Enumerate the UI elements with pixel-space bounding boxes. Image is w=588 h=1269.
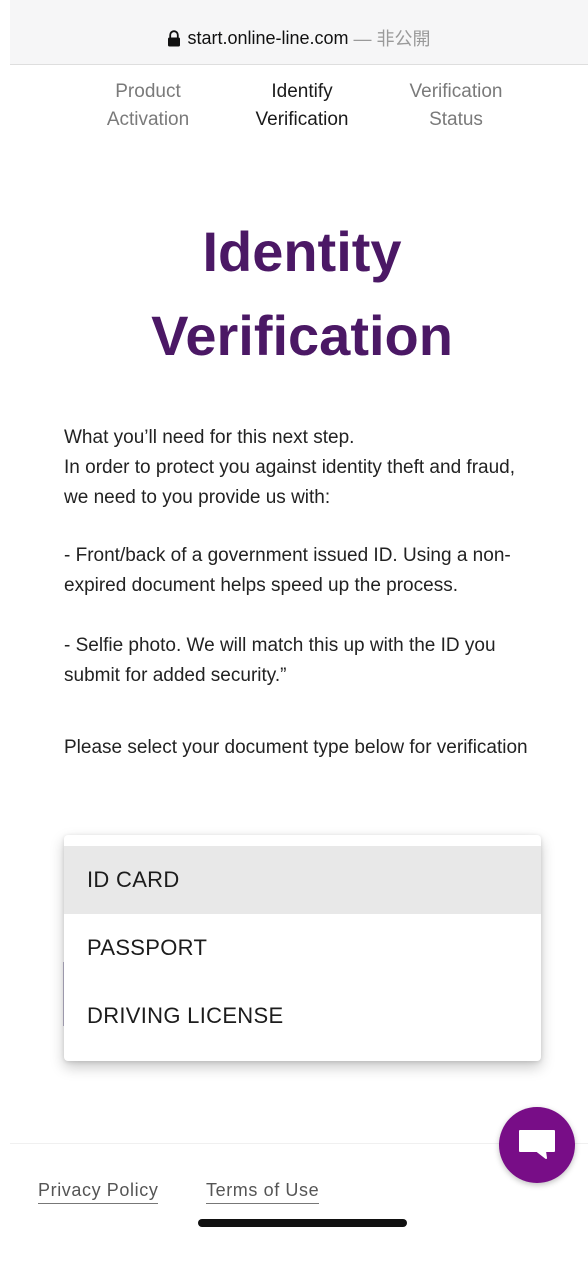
url-separator: —: [353, 29, 372, 49]
page-title-line2: Verification: [151, 304, 453, 367]
option-passport[interactable]: PASSPORT: [64, 914, 541, 982]
step-label-line2: Status: [429, 109, 483, 130]
page-title: Identity Verification: [0, 210, 588, 378]
privacy-status: 非公開: [376, 29, 431, 49]
url-host: start.online-line.com: [187, 27, 349, 48]
requirement-id-text: - Front/back of a government issued ID. …: [64, 545, 511, 596]
step-identify-verification[interactable]: Identify Verification: [222, 78, 382, 134]
option-id-card[interactable]: ID CARD: [64, 846, 541, 914]
home-indicator[interactable]: [198, 1219, 407, 1227]
step-label-line1: Identify: [271, 81, 333, 102]
url-display[interactable]: start.online-line.com — 非公開: [10, 24, 588, 52]
step-label-line1: Verification: [409, 81, 503, 102]
footer: Privacy Policy Terms of Use: [10, 1143, 588, 1269]
document-select-prompt-text: Please select your document type below f…: [64, 737, 528, 758]
step-verification-status[interactable]: Verification Status: [376, 78, 536, 134]
document-type-dropdown: ID CARD PASSPORT DRIVING LICENSE: [64, 835, 541, 1061]
browser-address-bar[interactable]: start.online-line.com — 非公開: [10, 0, 588, 65]
chat-button[interactable]: [499, 1107, 575, 1183]
chat-icon: [519, 1130, 555, 1159]
privacy-policy-link[interactable]: Privacy Policy: [38, 1180, 159, 1204]
document-select-prompt: Please select your document type below f…: [64, 733, 544, 763]
step-label-line1: Product: [115, 81, 181, 102]
option-driving-license[interactable]: DRIVING LICENSE: [64, 982, 541, 1050]
requirement-id: - Front/back of a government issued ID. …: [64, 541, 544, 601]
intro-line1: What you’ll need for this next step.: [64, 427, 355, 448]
url-privacy-status: — 非公開: [354, 25, 431, 51]
step-label-line2: Verification: [255, 109, 349, 130]
terms-of-use-link[interactable]: Terms of Use: [206, 1180, 320, 1204]
requirement-selfie-text: - Selfie photo. We will match this up wi…: [64, 635, 496, 686]
step-product-activation[interactable]: Product Activation: [68, 78, 228, 134]
lock-icon: [168, 29, 181, 46]
step-label-line2: Activation: [106, 109, 190, 130]
intro-text: What you’ll need for this next step. In …: [64, 423, 544, 513]
progress-steps: Product Activation Identify Verification…: [0, 78, 588, 138]
intro-line2: In order to protect you against identity…: [64, 457, 515, 508]
requirement-selfie: - Selfie photo. We will match this up wi…: [64, 631, 544, 691]
page-title-line1: Identity: [202, 220, 402, 283]
